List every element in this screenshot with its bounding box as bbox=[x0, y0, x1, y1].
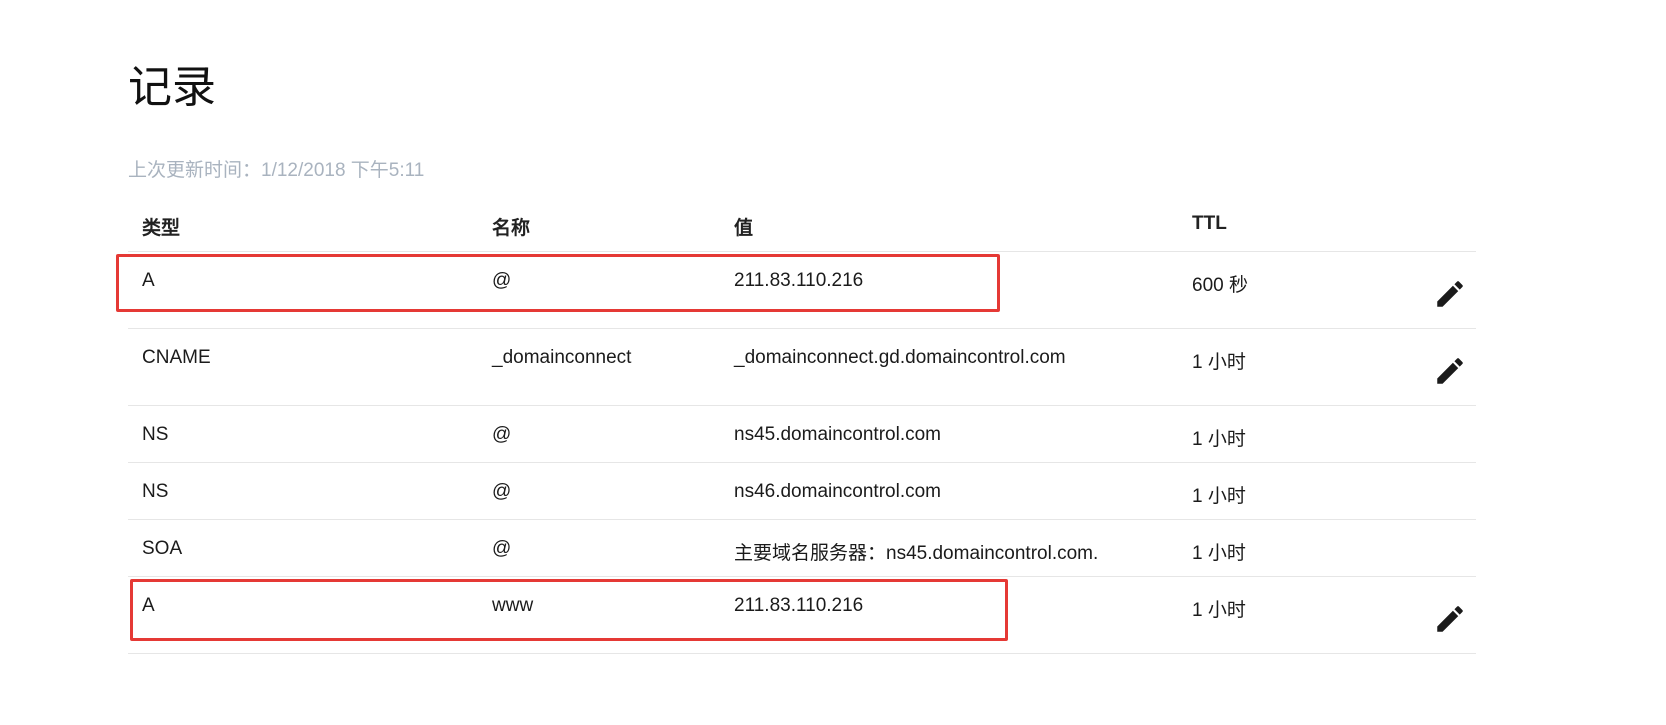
record-value: _domainconnect.gd.domaincontrol.com bbox=[734, 347, 1066, 368]
record-type: SOA bbox=[142, 538, 183, 559]
record-type: NS bbox=[142, 424, 169, 445]
edit-record-button[interactable] bbox=[1432, 601, 1468, 637]
edit-record-button[interactable] bbox=[1432, 353, 1468, 389]
header-ttl: TTL bbox=[1192, 213, 1227, 234]
record-name: @ bbox=[492, 424, 512, 445]
record-ttl: 1 小时 bbox=[1192, 543, 1246, 564]
dns-records-table: 类型 名称 值 TTL A @ 211.83.110.216 600 秒 CNA… bbox=[128, 195, 1476, 654]
record-name: _domainconnect bbox=[492, 347, 632, 368]
record-name: @ bbox=[492, 481, 512, 502]
record-type: A bbox=[142, 270, 155, 291]
record-ttl: 1 小时 bbox=[1192, 600, 1246, 621]
header-value: 值 bbox=[734, 218, 754, 239]
record-type: CNAME bbox=[142, 347, 211, 368]
header-name: 名称 bbox=[492, 218, 531, 239]
pencil-icon bbox=[1437, 606, 1463, 632]
record-ttl: 1 小时 bbox=[1192, 429, 1246, 450]
header-type: 类型 bbox=[142, 218, 181, 239]
record-value: 211.83.110.216 bbox=[734, 270, 864, 291]
record-name: www bbox=[492, 595, 534, 616]
pencil-icon bbox=[1437, 358, 1463, 384]
table-row: CNAME _domainconnect _domainconnect.gd.d… bbox=[128, 329, 1476, 406]
page-title: 记录 bbox=[128, 63, 216, 112]
record-value: ns46.domaincontrol.com bbox=[734, 481, 941, 502]
record-type: A bbox=[142, 595, 155, 616]
table-row: NS @ ns45.domaincontrol.com 1 小时 bbox=[128, 406, 1476, 463]
record-value: ns45.domaincontrol.com bbox=[734, 424, 941, 445]
last-updated-text: 上次更新时间：1/12/2018 下午5:11 bbox=[128, 160, 425, 181]
edit-record-button[interactable] bbox=[1432, 276, 1468, 312]
record-value: 主要域名服务器：ns45.domaincontrol.com. bbox=[734, 543, 1099, 564]
record-value: 211.83.110.216 bbox=[734, 595, 864, 616]
pencil-icon bbox=[1437, 281, 1463, 307]
record-ttl: 1 小时 bbox=[1192, 486, 1246, 507]
record-name: @ bbox=[492, 270, 512, 291]
table-row: NS @ ns46.domaincontrol.com 1 小时 bbox=[128, 463, 1476, 520]
table-row: SOA @ 主要域名服务器：ns45.domaincontrol.com. 1 … bbox=[128, 520, 1476, 577]
record-type: NS bbox=[142, 481, 169, 502]
record-ttl: 600 秒 bbox=[1192, 275, 1248, 296]
table-row: A www 211.83.110.216 1 小时 bbox=[128, 577, 1476, 654]
record-ttl: 1 小时 bbox=[1192, 352, 1246, 373]
table-row: A @ 211.83.110.216 600 秒 bbox=[128, 252, 1476, 329]
record-name: @ bbox=[492, 538, 512, 559]
table-header: 类型 名称 值 TTL bbox=[128, 195, 1476, 252]
